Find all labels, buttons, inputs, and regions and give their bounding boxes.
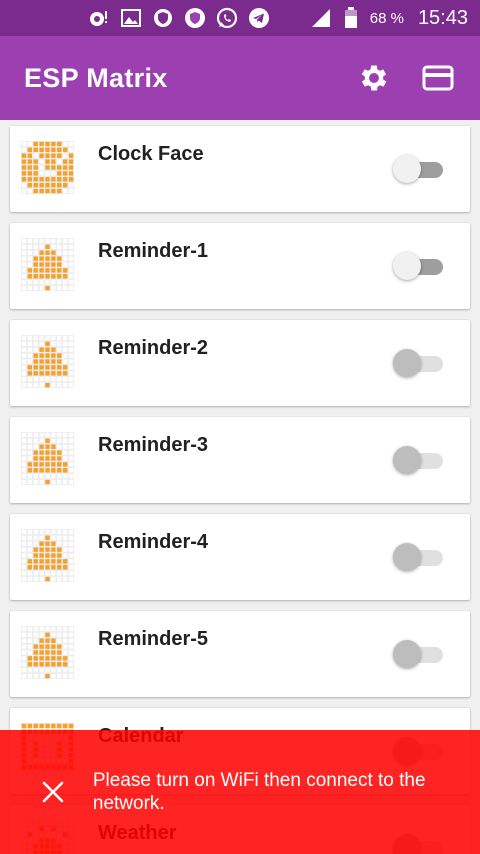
switch-knob bbox=[393, 640, 421, 668]
whatsapp-icon bbox=[216, 7, 238, 29]
bell-matrix-icon bbox=[21, 335, 74, 388]
notification-icon bbox=[88, 7, 110, 29]
item-toggle-switch[interactable] bbox=[393, 349, 443, 377]
item-title: Clock Face bbox=[98, 143, 204, 165]
battery-icon bbox=[340, 7, 362, 29]
status-right: 68 % 15:43 bbox=[310, 7, 468, 30]
pattern-thumbnail bbox=[21, 529, 74, 582]
item-toggle-switch[interactable] bbox=[393, 252, 443, 280]
settings-button[interactable] bbox=[352, 56, 396, 100]
list-item[interactable]: Reminder-2 bbox=[10, 320, 470, 406]
clock-matrix-icon bbox=[21, 141, 74, 194]
pattern-thumbnail bbox=[21, 141, 74, 194]
telegram-icon bbox=[248, 7, 270, 29]
item-toggle-switch[interactable] bbox=[393, 640, 443, 668]
item-toggle-switch[interactable] bbox=[393, 155, 443, 183]
item-title: Reminder-5 bbox=[98, 628, 209, 650]
signal-icon bbox=[310, 7, 332, 29]
switch-knob bbox=[393, 349, 421, 377]
card-icon bbox=[422, 65, 454, 91]
close-button[interactable] bbox=[40, 777, 67, 807]
card-button[interactable] bbox=[416, 56, 460, 100]
pattern-thumbnail bbox=[21, 432, 74, 485]
pattern-thumbnail bbox=[21, 626, 74, 679]
app-title: ESP Matrix bbox=[24, 62, 168, 93]
battery-percent: 68 % bbox=[369, 9, 404, 27]
switch-knob bbox=[393, 252, 421, 280]
item-title: Reminder-2 bbox=[98, 337, 209, 359]
switch-knob bbox=[393, 543, 421, 571]
list-item[interactable]: Reminder-3 bbox=[10, 417, 470, 503]
list-item[interactable]: Clock Face bbox=[10, 126, 470, 212]
item-title: Reminder-1 bbox=[98, 240, 209, 262]
bell-matrix-icon bbox=[21, 529, 74, 582]
list-item[interactable]: Reminder-5 bbox=[10, 611, 470, 697]
item-toggle-switch[interactable] bbox=[393, 543, 443, 571]
image-icon bbox=[120, 7, 142, 29]
clock-time: 15:43 bbox=[417, 6, 468, 29]
settings-icon bbox=[361, 65, 387, 91]
list-item[interactable]: Reminder-4 bbox=[10, 514, 470, 600]
item-title: Reminder-3 bbox=[98, 434, 209, 456]
bell-matrix-icon bbox=[21, 238, 74, 291]
pattern-thumbnail bbox=[21, 335, 74, 388]
item-title: Reminder-4 bbox=[98, 531, 209, 553]
bell-matrix-icon bbox=[21, 432, 74, 485]
app-bar: ESP Matrix bbox=[0, 36, 480, 120]
snackbar: Please turn on WiFi then connect to the … bbox=[0, 730, 480, 854]
pattern-thumbnail bbox=[21, 238, 74, 291]
list-item[interactable]: Reminder-1 bbox=[10, 223, 470, 309]
vpn-icon bbox=[184, 7, 206, 29]
switch-knob bbox=[393, 155, 421, 183]
bell-matrix-icon bbox=[21, 626, 74, 679]
shield-icon bbox=[152, 7, 174, 29]
close-icon bbox=[43, 781, 64, 803]
status-icons bbox=[88, 7, 310, 29]
switch-knob bbox=[393, 446, 421, 474]
snackbar-message: Please turn on WiFi then connect to the … bbox=[92, 770, 426, 814]
item-toggle-switch[interactable] bbox=[393, 446, 443, 474]
status-bar: 68 % 15:43 bbox=[0, 0, 480, 36]
